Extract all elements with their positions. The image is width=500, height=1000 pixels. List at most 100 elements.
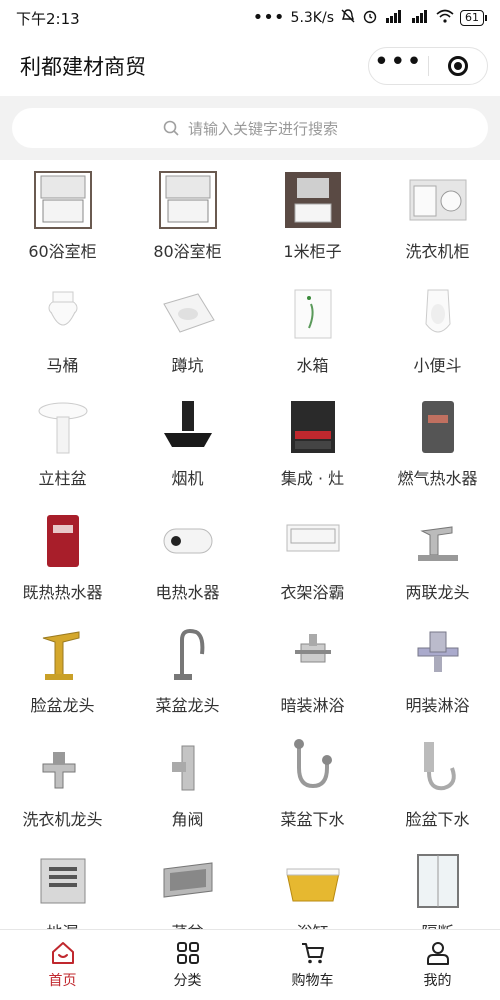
water-tank-icon [283, 284, 343, 344]
signal-icon [410, 9, 430, 27]
category-item[interactable]: 脸盆下水 [375, 738, 500, 852]
tab-category[interactable]: 分类 [125, 930, 250, 1000]
category-item[interactable]: 电热水器 [125, 511, 250, 625]
integrated-stove-icon [283, 397, 343, 457]
toilet-icon [33, 284, 93, 344]
page-title: 利都建材商贸 [20, 55, 146, 79]
category-label: 菜盆下水 [280, 809, 345, 829]
angle-valve-icon [158, 738, 218, 798]
basin-faucet-icon [33, 624, 93, 684]
search-input[interactable]: 请输入关键字进行搜索 [12, 108, 488, 148]
category-label: 衣架浴霸 [280, 582, 345, 602]
target-icon[interactable] [429, 48, 488, 84]
status-time: 下午2:13 [16, 9, 80, 28]
category-item[interactable]: 脸盆龙头 [0, 624, 125, 738]
category-label: 马桶 [46, 355, 79, 375]
shower-partition-icon [408, 851, 468, 911]
category-item[interactable]: 明装淋浴 [375, 624, 500, 738]
network-speed: 5.3K/s [290, 10, 334, 26]
category-item[interactable]: 集成 · 灶 [250, 397, 375, 511]
search-bar-area: 请输入关键字进行搜索 [0, 96, 500, 160]
battery-icon: 61 [460, 10, 487, 26]
instant-water-heater-icon [33, 511, 93, 571]
category-item[interactable]: 80浴室柜 [125, 170, 250, 284]
user-icon [426, 942, 449, 965]
sink-icon [158, 851, 218, 911]
bathroom-cabinet-icon [158, 170, 218, 230]
header: 利都建材商贸 ••• [0, 36, 500, 96]
home-icon [51, 942, 74, 964]
category-label: 集成 · 灶 [280, 469, 345, 488]
squat-toilet-icon [158, 284, 218, 344]
laundry-cabinet-icon [408, 170, 468, 230]
bathroom-cabinet-icon [33, 170, 93, 230]
category-item[interactable]: 隔断 [375, 851, 500, 930]
floor-drain-icon [33, 851, 93, 911]
cart-icon [301, 943, 324, 964]
concealed-shower-icon [283, 624, 343, 684]
category-label: 60浴室柜 [28, 242, 97, 261]
category-item[interactable]: 两联龙头 [375, 511, 500, 625]
category-item[interactable]: 马桶 [0, 284, 125, 398]
category-item[interactable]: 暗装淋浴 [250, 624, 375, 738]
mute-icon [340, 8, 356, 28]
category-label: 角阀 [171, 809, 204, 829]
category-grid: 60浴室柜 80浴室柜 1米柜子 洗衣机柜马桶 蹲坑 水箱 小便斗立柱盆 烟机 集成 · 灶 燃气… [0, 160, 500, 930]
tab-bar: 首页 分类 购物车 我的 [0, 929, 500, 1000]
washer-tap-icon [33, 738, 93, 798]
faucet-icon [408, 511, 468, 571]
category-item[interactable]: 立柱盆 [0, 397, 125, 511]
tab-cart[interactable]: 购物车 [250, 930, 375, 1000]
hd-signal-icon [384, 9, 404, 27]
category-label: 菜盆龙头 [155, 696, 220, 715]
category-item[interactable]: 60浴室柜 [0, 170, 125, 284]
status-bar: 下午2:13 ••• 5.3K/s 61 [0, 0, 500, 36]
category-label: 80浴室柜 [153, 242, 222, 261]
range-hood-icon [158, 397, 218, 457]
category-item[interactable]: 水箱 [250, 284, 375, 398]
tab-home[interactable]: 首页 [0, 930, 125, 1000]
bath-heater-icon [283, 511, 343, 571]
category-item[interactable]: 燃气热水器 [375, 397, 500, 511]
sink-drain-icon [283, 738, 343, 798]
search-icon [163, 120, 179, 136]
category-item[interactable]: 角阀 [125, 738, 250, 852]
pedestal-basin-icon [33, 397, 93, 457]
search-placeholder: 请输入关键字进行搜索 [187, 119, 338, 138]
category-label: 水箱 [296, 355, 329, 375]
alarm-icon [362, 8, 378, 28]
category-item[interactable]: 菜盆 [125, 851, 250, 930]
category-item[interactable]: 浴缸 [250, 851, 375, 930]
category-label: 洗衣机柜 [405, 242, 470, 261]
category-label: 脸盆下水 [405, 809, 470, 829]
electric-water-heater-icon [158, 511, 218, 571]
category-item[interactable]: 菜盆下水 [250, 738, 375, 852]
category-label: 明装淋浴 [405, 696, 470, 715]
category-label: 两联龙头 [405, 582, 470, 602]
tab-mine[interactable]: 我的 [375, 930, 500, 1000]
tab-label: 首页 [48, 973, 77, 989]
category-item[interactable]: 菜盆龙头 [125, 624, 250, 738]
category-item[interactable]: 洗衣机柜 [375, 170, 500, 284]
category-item[interactable]: 蹲坑 [125, 284, 250, 398]
wifi-icon [436, 9, 454, 27]
category-item[interactable]: 衣架浴霸 [250, 511, 375, 625]
more-dots-icon[interactable]: ••• [369, 48, 428, 84]
category-icon [176, 942, 199, 964]
category-label: 脸盆龙头 [30, 696, 95, 715]
category-item[interactable]: 小便斗 [375, 284, 500, 398]
category-item[interactable]: 洗衣机龙头 [0, 738, 125, 852]
category-item[interactable]: 既热热水器 [0, 511, 125, 625]
category-label: 立柱盆 [38, 469, 87, 488]
basin-drain-icon [408, 738, 468, 798]
kitchen-faucet-icon [158, 624, 218, 684]
category-label: 洗衣机龙头 [22, 809, 103, 829]
category-item[interactable]: 1米柜子 [250, 170, 375, 284]
category-item[interactable]: 烟机 [125, 397, 250, 511]
category-label: 小便斗 [413, 355, 462, 375]
category-label: 燃气热水器 [397, 469, 478, 488]
tab-label: 我的 [423, 973, 452, 989]
gas-water-heater-icon [408, 397, 468, 457]
exposed-shower-icon [408, 624, 468, 684]
category-item[interactable]: 地漏 [0, 851, 125, 930]
